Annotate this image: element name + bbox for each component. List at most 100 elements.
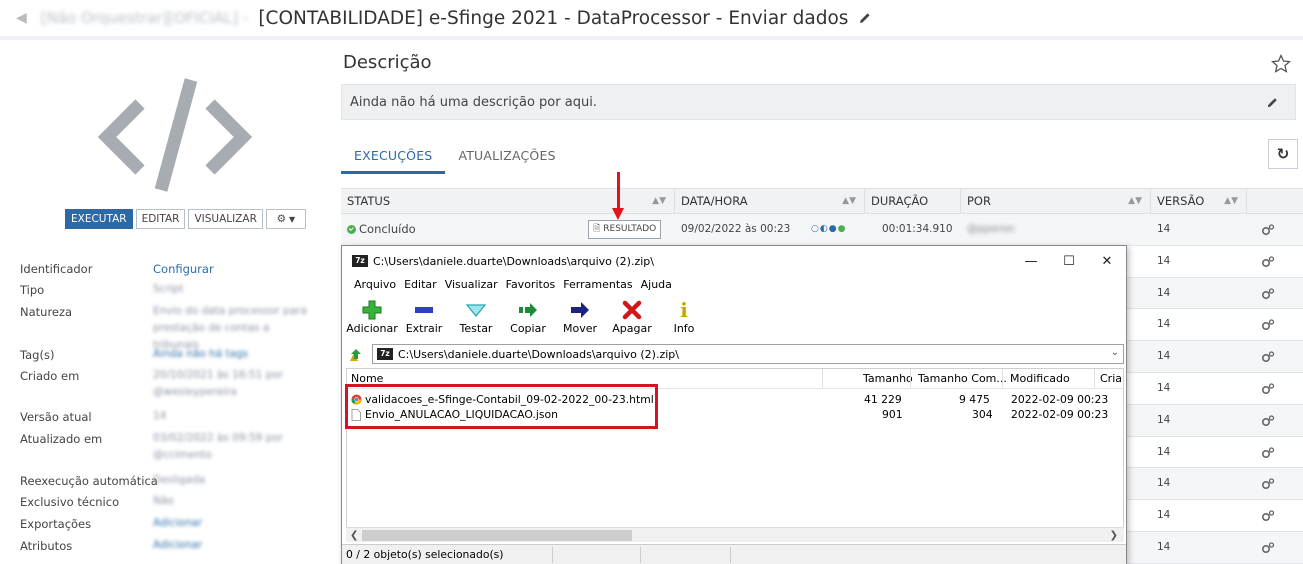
file-name: Envio_ANULACAO_LIQUIDACAO.json [365,408,558,421]
version-cell: 14 [1157,381,1171,394]
refresh-button[interactable]: ↻ [1268,139,1298,169]
menu-tools[interactable]: Ferramentas [559,276,636,296]
edit-button[interactable]: EDITAR [135,209,186,229]
column-header-status[interactable]: STATUS ▲▼ [341,189,675,214]
menu-edit[interactable]: Editar [400,276,441,296]
cogs-icon[interactable] [1261,509,1275,523]
cogs-icon[interactable] [1261,541,1275,555]
address-text: C:\Users\daniele.duarte\Downloads\arquiv… [398,347,679,361]
col-packed[interactable]: Tamanho Com... [918,372,1007,385]
execute-button[interactable]: EXECUTAR [65,209,133,229]
tab-executions[interactable]: EXECUÇÕES [341,142,446,174]
cogs-icon[interactable] [1261,414,1275,428]
version-cell: 14 [1157,445,1171,458]
version-cell: 14 [1157,477,1171,490]
file-modified: 2022-02-09 00:23 [1011,393,1109,406]
zip-window: 7z C:\Users\daniele.duarte\Downloads\arq… [341,245,1127,564]
menu-file[interactable]: Arquivo [350,276,400,296]
col-size[interactable]: Tamanho [863,372,913,385]
up-folder-icon[interactable] [348,347,364,363]
add-export-link[interactable]: Adicionar [153,515,202,532]
maximize-button[interactable]: ☐ [1050,246,1088,276]
description-box[interactable]: Ainda não há uma descrição por aqui. [341,84,1296,120]
extract-button[interactable]: Extrair [400,298,448,344]
copy-button[interactable]: Copiar [504,298,552,344]
cogs-icon[interactable] [1261,223,1275,237]
add-attribute-link[interactable]: Adicionar [153,537,202,554]
delete-x-icon [622,300,642,320]
chrome-icon [351,394,362,405]
column-header-duration[interactable]: DURAÇÃO [865,189,961,214]
close-button[interactable]: ✕ [1088,246,1126,276]
duration-cell: 00:01:34.910 [882,223,953,235]
version-cell: 14 [1157,318,1171,331]
configure-link[interactable]: Configurar [153,262,214,276]
menu-favorites[interactable]: Favoritos [502,276,560,296]
file-name: validacoes_e-Sfinge-Contabil_09-02-2022_… [365,393,654,406]
check-circle-icon [347,225,356,234]
minimize-button[interactable]: — [1012,246,1050,276]
file-icon [351,409,361,421]
tab-updates[interactable]: ATUALIZAÇÕES [445,142,568,174]
file-row[interactable]: Envio_ANULACAO_LIQUIDACAO.json 901 304 2… [347,407,1123,422]
column-header-by[interactable]: POR ▲▼ [961,189,1151,214]
zip-title-bar[interactable]: 7z C:\Users\daniele.duarte\Downloads\arq… [342,246,1126,276]
address-field[interactable]: 7z C:\Users\daniele.duarte\Downloads\arq… [372,344,1124,364]
cogs-icon[interactable] [1261,477,1275,491]
meta-label: Versão atual [20,410,92,424]
delete-button[interactable]: Apagar [608,298,656,344]
scroll-thumb[interactable] [362,530,632,541]
back-arrow-icon[interactable]: ◀ [16,10,27,26]
col-modified[interactable]: Modificado [1010,372,1070,385]
move-arrow-icon [571,302,589,318]
zip-file-list: Nome Tamanho Tamanho Com... Modificado C… [346,368,1124,540]
cogs-icon[interactable] [1261,287,1275,301]
table-row[interactable]: Concluído 🗎 RESULTADO 09/02/2022 às 00:23… [341,214,1303,246]
column-header-datetime[interactable]: DATA/HORA ▲▼ [675,189,865,214]
chevron-down-icon: ▼ [289,214,296,224]
add-button[interactable]: Adicionar [346,298,398,344]
chevron-down-icon[interactable]: ⌄ [1111,347,1119,358]
file-packed-size: 9 475 [959,393,990,406]
horizontal-scrollbar[interactable]: ❮ ❯ [346,527,1124,542]
view-button[interactable]: VISUALIZAR [188,209,263,229]
column-header-version[interactable]: VERSÃO ▲▼ [1151,189,1247,214]
scroll-right-icon[interactable]: ❯ [1110,528,1118,543]
info-button[interactable]: i Info [660,298,708,344]
file-row[interactable]: validacoes_e-Sfinge-Contabil_09-02-2022_… [347,392,1123,407]
menu-help[interactable]: Ajuda [637,276,676,296]
menu-view[interactable]: Visualizar [441,276,502,296]
cogs-icon[interactable] [1261,350,1275,364]
refresh-icon: ↻ [1276,145,1290,163]
breadcrumb[interactable]: [Não Orquestrar][OFICIAL] - [41,9,249,27]
cogs-icon[interactable] [1261,255,1275,269]
cogs-icon[interactable] [1261,446,1275,460]
pencil-icon[interactable] [1266,96,1279,109]
sort-icon: ▲▼ [842,196,856,206]
plus-icon [362,300,382,320]
meta-value: 03/02/2022 às 09:59 por @ccimento [153,432,284,461]
file-size: 41 229 [864,393,902,406]
move-button[interactable]: Mover [556,298,604,344]
datetime-cell: 09/02/2022 às 00:23 [681,223,791,235]
step-indicator-icon: ○◐●● [811,224,847,234]
meta-label: Reexecução automática [20,474,158,488]
result-button[interactable]: 🗎 RESULTADO [588,220,662,239]
scroll-left-icon[interactable]: ❮ [350,528,358,543]
col-created[interactable]: Cria [1100,372,1122,385]
meta-label: Natureza [20,305,73,319]
meta-value: Não [153,495,174,507]
test-button[interactable]: Testar [452,298,500,344]
gear-icon: ⚙ [276,213,287,225]
settings-dropdown-button[interactable]: ⚙ ▼ [265,209,306,229]
zip-menu-bar: Arquivo Editar Visualizar Favoritos Ferr… [342,276,676,296]
pencil-icon[interactable] [858,11,872,25]
meta-value: 20/10/2021 às 16:51 por @wesleypereira [153,369,284,398]
cogs-icon[interactable] [1261,382,1275,396]
column-header-actions [1247,189,1303,214]
info-icon: i [680,298,688,322]
cogs-icon[interactable] [1261,318,1275,332]
col-name[interactable]: Nome [351,372,383,385]
file-packed-size: 304 [972,408,993,421]
star-icon[interactable] [1271,54,1291,74]
